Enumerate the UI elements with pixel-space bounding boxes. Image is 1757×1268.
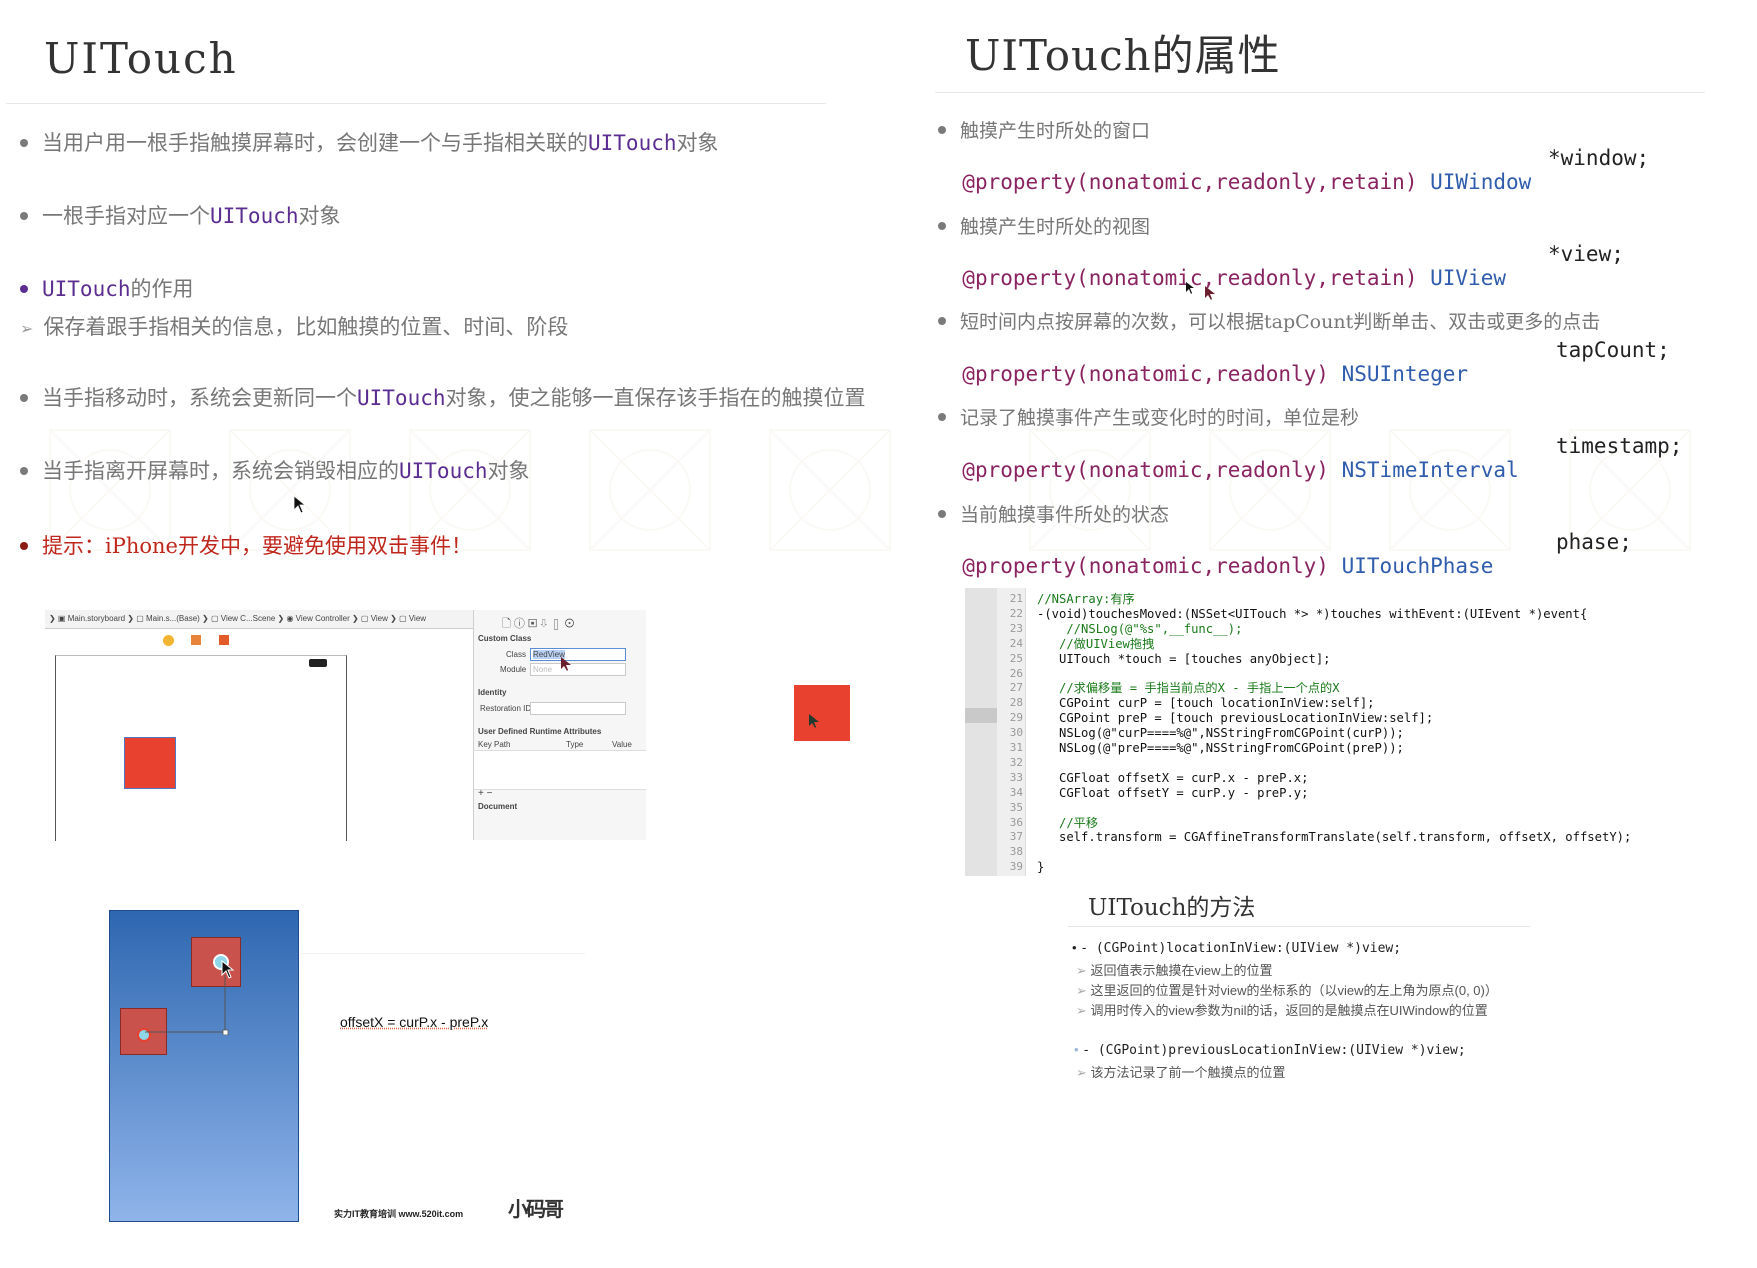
prop-timestamp-name: timestamp;	[1556, 434, 1683, 458]
left-bullet-5: 当手指离开屏幕时，系统会销毁相应的UITouch对象	[20, 455, 530, 485]
prop-desc-window: 触摸产生时所处的窗口	[938, 116, 1150, 143]
code-line-number: 33	[1009, 770, 1023, 784]
right-title-rule	[935, 92, 1705, 93]
code-line: NSLog(@"curP====%@",NSStringFromCGPoint(…	[1037, 726, 1404, 741]
scene-icon-exit[interactable]	[219, 635, 229, 645]
methods-title-rule	[1068, 926, 1530, 927]
code-line-number: 34	[1009, 785, 1023, 799]
class-field[interactable]: RedView	[530, 648, 626, 661]
identity-inspector: 🗋 ⓘ ▣ ⇩ ▯ ⊙ Custom Class Class RedView M…	[473, 610, 646, 840]
cursor-icon	[1186, 282, 1194, 294]
left-bullet-3: UITouch的作用	[20, 273, 194, 303]
prop-window: @property(nonatomic,readonly,retain) UIW…	[962, 170, 1532, 194]
code-line: CGPoint curP = [touch locationInView:sel…	[1037, 696, 1375, 711]
code-line: -(void)touchesMoved:(NSSet<UITouch *> *)…	[1037, 606, 1588, 621]
right-title: UITouch的属性	[965, 31, 1281, 80]
method-location: • - (CGPoint)locationInView:(UIView *)vi…	[1072, 940, 1402, 956]
prop-window-name: *window;	[1548, 146, 1650, 170]
cursor-icon	[561, 657, 571, 671]
battery-icon	[309, 659, 327, 667]
code-line-number: 26	[1009, 666, 1023, 680]
left-bullet-2: 一根手指对应一个UITouch对象	[20, 200, 341, 230]
code-line-number: 38	[1009, 845, 1023, 859]
method-location-note-3: ➢ 调用时传入的view参数为nil的话，返回的是触摸点在UIWindow的位置	[1076, 1003, 1488, 1018]
cursor-icon	[809, 714, 819, 728]
cursor-icon	[293, 495, 307, 514]
restoration-id-field[interactable]	[530, 702, 626, 715]
code-line: //平移	[1037, 815, 1099, 830]
left-title-rule	[6, 103, 826, 104]
code-line-number: 31	[1009, 741, 1023, 754]
prop-phase: @property(nonatomic,readonly) UITouchPha…	[962, 554, 1494, 578]
prop-phase-name: phase;	[1556, 530, 1632, 554]
prop-desc-view: 触摸产生时所处的视图	[938, 212, 1150, 239]
code-line: //NSArray:有序	[1037, 592, 1135, 606]
prop-timestamp: @property(nonatomic,readonly) NSTimeInte…	[962, 458, 1519, 482]
red-view-preview[interactable]	[794, 685, 850, 741]
code-line: UITouch *touch = [touches anyObject];	[1037, 651, 1331, 666]
code-line: CGPoint preP = [touch previousLocationIn…	[1037, 711, 1434, 726]
code-editor: 21 //NSArray:有序 22 -(void)touchesMoved:(NSS…	[965, 588, 1744, 876]
left-bullet-1: 当用户用一根手指触摸屏幕时，会创建一个与手指相关联的UITouch对象	[20, 127, 719, 157]
method-previous-note: ➢ 该方法记录了前一个触摸点的位置	[1076, 1065, 1286, 1080]
left-bullet-4: 当手指移动时，系统会更新同一个UITouch对象，使之能够一直保存该手指在的触摸…	[20, 382, 866, 412]
cursor-icon	[1205, 286, 1215, 300]
code-line-number: 28	[1009, 696, 1023, 710]
prop-desc-tapcount: 短时间内点按屏幕的次数，可以根据tapCount判断单击、双击或更多的点击	[938, 307, 1600, 334]
code-line-number: 30	[1009, 726, 1023, 740]
code-line-number: 39	[1009, 860, 1023, 874]
method-location-note-2: ➢ 这里返回的位置是针对view的坐标系的（以view的左上角为原点(0, 0)…	[1076, 983, 1498, 998]
code-line-number: 24	[1009, 636, 1023, 650]
code-line-number: 21	[1009, 592, 1023, 605]
prop-tapcount: @property(nonatomic,readonly) NSUInteger	[962, 362, 1469, 386]
code-line-number: 25	[1009, 651, 1023, 665]
code-line: }	[1037, 860, 1045, 875]
brand-logo: 小码哥	[508, 1197, 564, 1221]
left-sub-bullet: ➢ 保存着跟手指相关的信息，比如触摸的位置、时间、阶段	[20, 315, 569, 339]
prop-view-name: *view;	[1548, 242, 1624, 266]
code-line: //求偏移量 = 手指当前点的X - 手指上一个点的X	[1037, 681, 1340, 696]
scene-icon-cube[interactable]	[191, 635, 201, 645]
breadcrumb: ❯ ▣ Main.storyboard ❯ ▢ Main.s...(Base) …	[45, 610, 475, 629]
code-line-number: 22	[1009, 606, 1023, 620]
interface-builder-screenshot: ❯ ▣ Main.storyboard ❯ ▢ Main.s...(Base) …	[45, 610, 646, 841]
prop-tapcount-name: tapCount;	[1556, 338, 1670, 362]
prop-view: @property(nonatomic,readonly,retain) UIV…	[962, 266, 1506, 290]
left-title: UITouch	[44, 34, 238, 83]
module-field[interactable]: None	[530, 663, 626, 676]
method-location-note-1: ➢ 返回值表示触摸在view上的位置	[1076, 963, 1273, 978]
diagram-rule	[300, 953, 585, 954]
code-line-number: 29	[1009, 711, 1023, 725]
prop-desc-phase: 当前触摸事件所处的状态	[938, 500, 1169, 527]
code-line-number: 37	[1009, 830, 1023, 844]
footer-text: 实力IT教育培训 www.520it.com	[334, 1209, 464, 1219]
code-line: NSLog(@"preP====%@",NSStringFromCGPoint(…	[1037, 741, 1404, 755]
code-line: CGFloat offsetX = curP.x - preP.x;	[1037, 770, 1309, 785]
offset-formula: offsetX = curP.x - preP.x	[340, 1014, 489, 1030]
methods-title: UITouch的方法	[1088, 895, 1256, 921]
code-line-number: 23	[1009, 621, 1023, 635]
scene-icon-controller[interactable]	[163, 635, 174, 646]
view-canvas	[55, 655, 347, 841]
red-view[interactable]	[124, 737, 176, 789]
code-line: //NSLog(@"%s",__func__);	[1037, 621, 1243, 636]
code-line: //做UIView拖拽	[1037, 636, 1155, 651]
offset-guide	[145, 975, 229, 1035]
code-line-number: 27	[1009, 681, 1023, 695]
method-previous-location: • - (CGPoint)previousLocationInView:(UIV…	[1074, 1042, 1466, 1058]
code-line-number: 35	[1009, 800, 1023, 814]
code-line: self.transform = CGAffineTransformTransl…	[1037, 830, 1632, 845]
code-line: CGFloat offsetY = curP.y - preP.y;	[1037, 785, 1309, 800]
code-line-number: 36	[1009, 815, 1023, 829]
prop-desc-timestamp: 记录了触摸事件产生或变化时的时间，单位是秒	[938, 403, 1359, 430]
hint-bullet: 提示：iPhone开发中，要避免使用双击事件！	[20, 530, 472, 560]
code-line-number: 32	[1009, 755, 1023, 769]
